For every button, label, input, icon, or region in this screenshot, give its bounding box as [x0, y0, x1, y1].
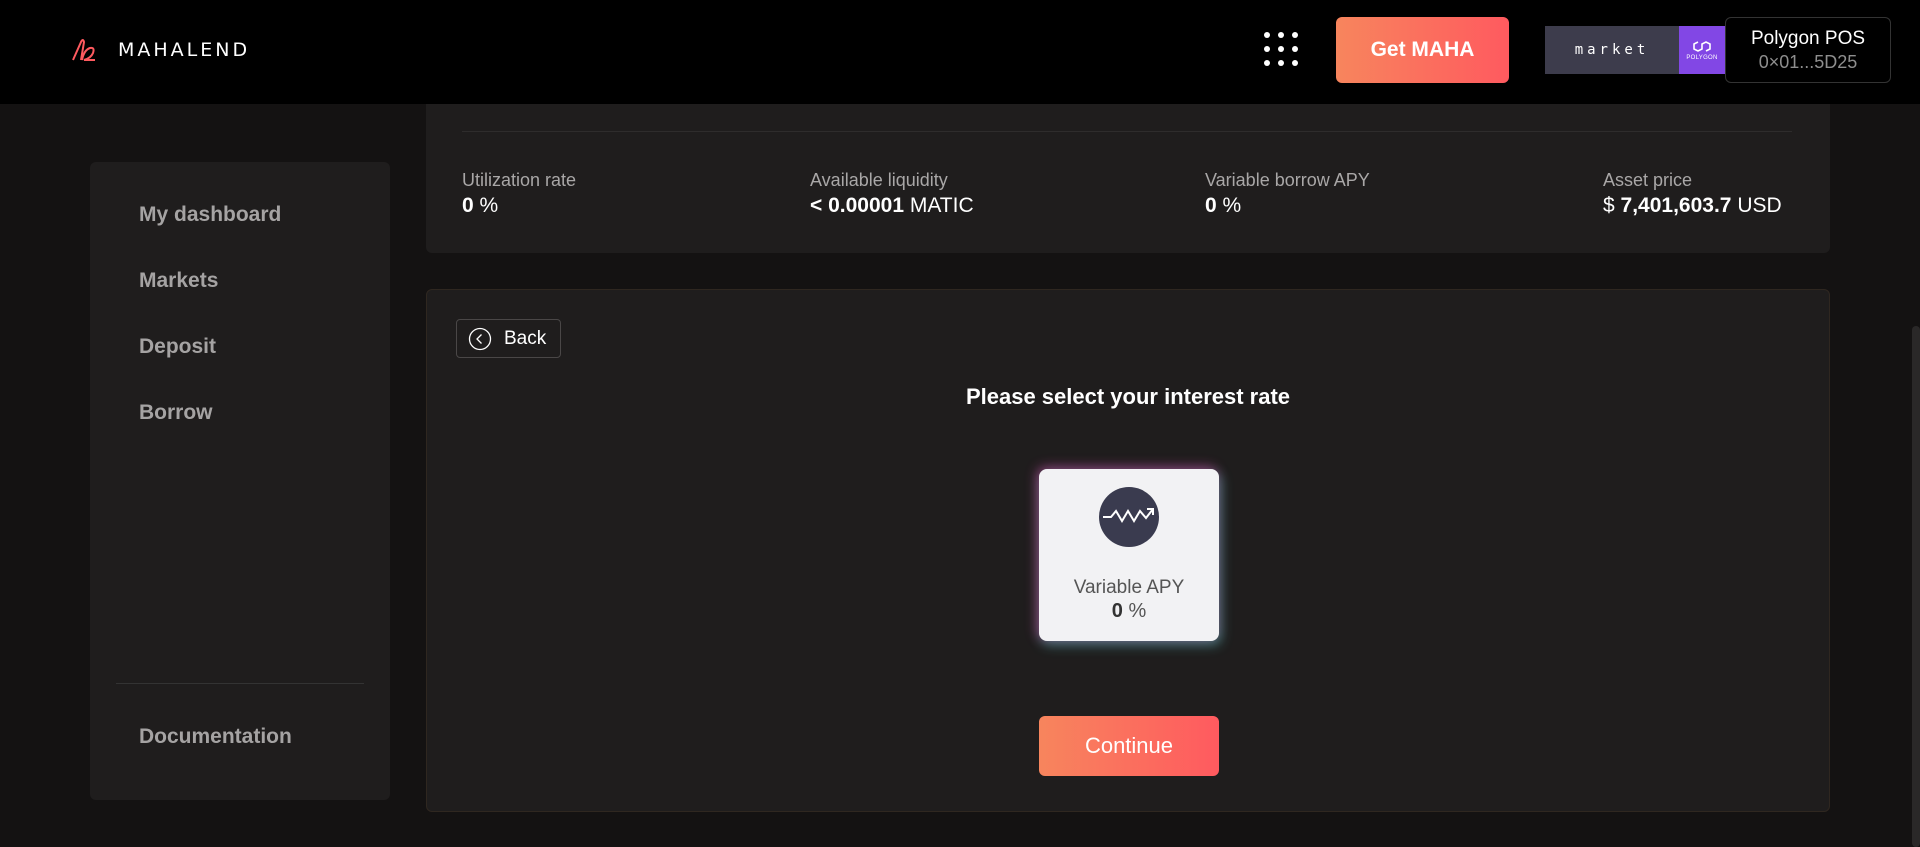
- apps-grid-icon[interactable]: [1264, 32, 1298, 66]
- market-selector[interactable]: market POLYGON: [1545, 26, 1725, 74]
- sidebar-divider: [116, 683, 364, 684]
- stats-divider: [462, 131, 1792, 132]
- stat-asset-price: Asset price $ 7,401,603.7 USD: [1603, 170, 1782, 218]
- stat-value: 0 %: [462, 194, 499, 217]
- chevron-left-circle-icon: [468, 327, 492, 350]
- scrollbar-thumb[interactable]: [1912, 326, 1920, 847]
- interest-rate-panel: Back Please select your interest rate Va…: [426, 289, 1830, 812]
- stat-variable-borrow-apy: Variable borrow APY 0 %: [1205, 170, 1370, 218]
- get-maha-button[interactable]: Get MAHA: [1336, 17, 1509, 83]
- top-header: MAHALEND Get MAHA market POLYGON Polygon…: [0, 0, 1920, 104]
- mahalend-logo-icon: [72, 39, 95, 61]
- stat-label: Asset price: [1603, 170, 1693, 190]
- sidebar-item-deposit[interactable]: Deposit: [139, 335, 216, 359]
- wallet-network: Polygon POS: [1750, 27, 1866, 49]
- wallet-button[interactable]: Polygon POS 0×01...5D25: [1725, 17, 1891, 83]
- polygon-chip-label: POLYGON: [1686, 54, 1718, 61]
- stat-value: < 0.00001 MATIC: [810, 194, 974, 217]
- stat-available-liquidity: Available liquidity < 0.00001 MATIC: [810, 170, 974, 218]
- rate-option-label: Variable APY: [1073, 577, 1185, 598]
- sidebar-item-documentation[interactable]: Documentation: [139, 725, 292, 749]
- sidebar: My dashboard Markets Deposit Borrow Docu…: [90, 162, 390, 800]
- stat-label: Available liquidity: [810, 170, 948, 190]
- stat-utilization-rate: Utilization rate 0 %: [462, 170, 576, 218]
- stat-value: 0 %: [1205, 194, 1242, 217]
- page-title: Please select your interest rate: [965, 384, 1291, 409]
- stat-value: $ 7,401,603.7 USD: [1603, 194, 1782, 217]
- logo[interactable]: MAHALEND: [70, 36, 250, 64]
- stat-label: Variable borrow APY: [1205, 170, 1370, 190]
- rate-option-value: 0 %: [1111, 600, 1147, 622]
- wallet-address: 0×01...5D25: [1758, 51, 1858, 72]
- polygon-icon: [1693, 40, 1711, 52]
- variable-apy-option[interactable]: Variable APY 0 %: [1039, 469, 1219, 641]
- sidebar-item-borrow[interactable]: Borrow: [139, 401, 213, 425]
- back-button[interactable]: Back: [456, 319, 561, 358]
- polygon-network-chip: POLYGON: [1679, 26, 1725, 74]
- logo-text: MAHALEND: [118, 39, 251, 61]
- sidebar-item-markets[interactable]: Markets: [139, 269, 218, 293]
- stat-label: Utilization rate: [462, 170, 577, 190]
- market-label: market: [1574, 42, 1650, 58]
- variable-rate-icon: [1099, 487, 1159, 547]
- sidebar-item-my-dashboard[interactable]: My dashboard: [139, 203, 281, 227]
- continue-button[interactable]: Continue: [1039, 716, 1219, 776]
- reserve-stats-card: Utilization rate 0 % Available liquidity…: [426, 104, 1830, 253]
- back-label: Back: [504, 327, 547, 349]
